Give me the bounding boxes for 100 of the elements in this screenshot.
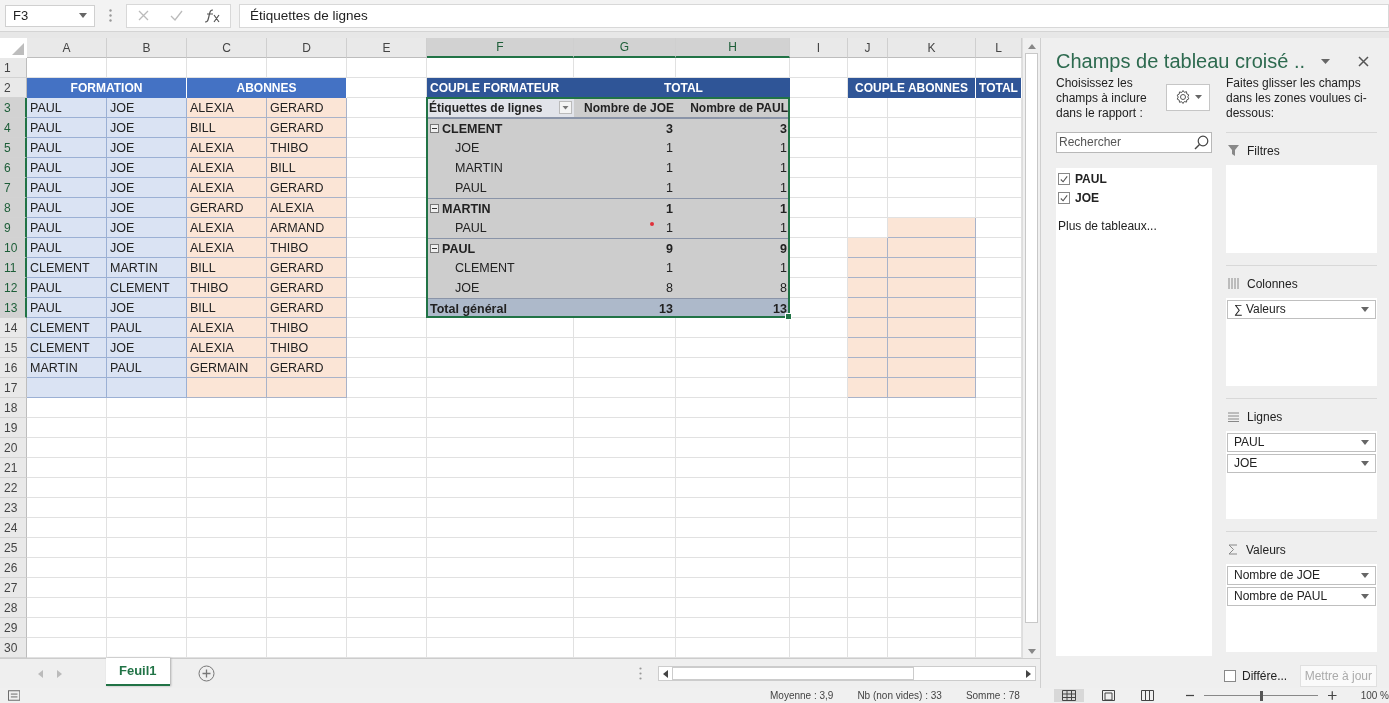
formula-field[interactable]: Étiquettes de lignes bbox=[239, 3, 1389, 28]
checkbox[interactable] bbox=[1058, 173, 1070, 186]
scroll-thumb[interactable] bbox=[1025, 53, 1038, 624]
up-arrow-icon[interactable] bbox=[1027, 44, 1036, 50]
collapse-icon[interactable] bbox=[430, 244, 439, 254]
grip-icon[interactable] bbox=[638, 667, 642, 681]
row-header[interactable]: 8 bbox=[0, 198, 27, 219]
sum-icon bbox=[1228, 544, 1238, 556]
right-arrow-icon[interactable] bbox=[1025, 669, 1031, 678]
row-header[interactable]: 29 bbox=[0, 618, 27, 639]
caret-icon[interactable] bbox=[1361, 460, 1369, 466]
column-header[interactable]: C bbox=[187, 38, 267, 59]
column-header[interactable]: D bbox=[267, 38, 347, 59]
vertical-scrollbar[interactable] bbox=[1022, 38, 1040, 659]
collapse-icon[interactable] bbox=[430, 124, 439, 134]
column-header[interactable]: H bbox=[676, 38, 790, 59]
group-label[interactable]: CLEMENT bbox=[427, 118, 574, 139]
row-header[interactable]: 28 bbox=[0, 598, 27, 619]
search-icon[interactable] bbox=[1194, 134, 1209, 150]
add-sheet-icon[interactable] bbox=[197, 665, 215, 683]
row-header[interactable]: 14 bbox=[0, 318, 27, 339]
group-label[interactable]: PAUL bbox=[427, 238, 574, 259]
field-chip[interactable]: Nombre de PAUL bbox=[1227, 586, 1376, 606]
row-header[interactable]: 11 bbox=[0, 258, 27, 279]
sheet-status-icon[interactable] bbox=[8, 690, 21, 702]
search-field[interactable]: Rechercher bbox=[1056, 131, 1212, 153]
row-header[interactable]: 20 bbox=[0, 438, 27, 459]
dropdown-icon[interactable] bbox=[559, 101, 572, 115]
row-header[interactable]: 21 bbox=[0, 458, 27, 479]
zoom-level[interactable]: 100 % bbox=[1360, 690, 1389, 702]
field-chip[interactable]: ∑ Valeurs bbox=[1227, 299, 1376, 319]
row-header[interactable]: 2 bbox=[0, 78, 27, 99]
caret-icon[interactable] bbox=[1361, 439, 1369, 445]
check-icon[interactable] bbox=[169, 10, 183, 22]
column-header[interactable]: F bbox=[427, 38, 574, 59]
more-tables-link[interactable]: Plus de tableaux... bbox=[1058, 218, 1210, 233]
field-chip[interactable]: JOE bbox=[1227, 453, 1376, 473]
row-header[interactable]: 13 bbox=[0, 298, 27, 319]
zoom-thumb[interactable] bbox=[1260, 690, 1264, 701]
drop-area[interactable]: Nombre de JOE Nombre de PAUL bbox=[1226, 563, 1377, 652]
caret-icon[interactable] bbox=[1361, 593, 1369, 599]
close-icon[interactable] bbox=[1358, 55, 1370, 67]
field-name[interactable]: JOE bbox=[1075, 191, 1099, 206]
function-icon[interactable] bbox=[203, 8, 220, 23]
checkbox[interactable] bbox=[1058, 192, 1070, 205]
field-chip[interactable]: PAUL bbox=[1227, 432, 1376, 452]
table-cell: PAUL bbox=[27, 138, 107, 159]
row-header[interactable]: 17 bbox=[0, 378, 27, 399]
row-header[interactable]: 9 bbox=[0, 218, 27, 239]
field-chip[interactable]: Nombre de JOE bbox=[1227, 565, 1376, 585]
collapse-icon[interactable] bbox=[430, 204, 439, 214]
tools-button[interactable] bbox=[1166, 83, 1210, 111]
row-header[interactable]: 16 bbox=[0, 358, 27, 379]
left-arrow-icon[interactable] bbox=[662, 669, 668, 678]
drop-area[interactable]: PAUL JOE bbox=[1226, 430, 1377, 519]
row-header[interactable]: 25 bbox=[0, 538, 27, 559]
caret-icon[interactable] bbox=[1361, 572, 1369, 578]
column-header[interactable]: A bbox=[27, 38, 107, 59]
row-header[interactable]: 4 bbox=[0, 118, 27, 139]
horizontal-scrollbar[interactable] bbox=[657, 666, 1036, 682]
column-header[interactable]: L bbox=[976, 38, 1022, 59]
column-header[interactable]: E bbox=[347, 38, 427, 59]
normal-view-button[interactable] bbox=[1053, 689, 1084, 703]
row-header[interactable]: 30 bbox=[0, 638, 27, 659]
row-header[interactable]: 23 bbox=[0, 498, 27, 519]
row-header[interactable]: 24 bbox=[0, 518, 27, 539]
row-header[interactable]: 6 bbox=[0, 158, 27, 179]
down-arrow-icon[interactable] bbox=[1027, 649, 1036, 655]
shaded-cell bbox=[848, 298, 888, 319]
row-header[interactable]: 27 bbox=[0, 578, 27, 599]
caret-icon[interactable] bbox=[1361, 306, 1369, 312]
row-header[interactable]: 18 bbox=[0, 398, 27, 419]
row-header[interactable]: 3 bbox=[0, 98, 27, 119]
row-header[interactable]: 19 bbox=[0, 418, 27, 439]
field-name[interactable]: PAUL bbox=[1075, 172, 1107, 187]
row-header[interactable]: 15 bbox=[0, 338, 27, 359]
group-label[interactable]: MARTIN bbox=[427, 198, 574, 219]
row-header[interactable]: 12 bbox=[0, 278, 27, 299]
row-header[interactable]: 1 bbox=[0, 58, 27, 79]
row-header[interactable]: 26 bbox=[0, 558, 27, 579]
sheet-tab[interactable]: Feuil1 bbox=[106, 657, 170, 686]
row-header[interactable]: 22 bbox=[0, 478, 27, 499]
name-box[interactable]: F3 bbox=[5, 4, 95, 27]
column-header[interactable]: J bbox=[848, 38, 888, 59]
column-header[interactable]: G bbox=[574, 38, 676, 59]
table-cell: ALEXIA bbox=[187, 238, 267, 259]
column-header[interactable]: K bbox=[888, 38, 976, 59]
column-header[interactable]: B bbox=[107, 38, 187, 59]
row-header[interactable]: 7 bbox=[0, 178, 27, 199]
caret-icon[interactable] bbox=[1321, 58, 1331, 64]
pivot-header: COUPLE FORMATEUR bbox=[427, 78, 574, 99]
row-header[interactable]: 10 bbox=[0, 238, 27, 259]
drop-area[interactable]: ∑ Valeurs bbox=[1226, 297, 1377, 386]
checkbox[interactable] bbox=[1224, 670, 1236, 683]
zoom-in-icon[interactable] bbox=[1328, 691, 1337, 701]
pivot-cell: 1 bbox=[676, 158, 790, 179]
row-header[interactable]: 5 bbox=[0, 138, 27, 159]
table-cell: PAUL bbox=[27, 298, 107, 319]
scroll-thumb[interactable] bbox=[671, 667, 914, 681]
column-header[interactable]: I bbox=[790, 38, 848, 59]
